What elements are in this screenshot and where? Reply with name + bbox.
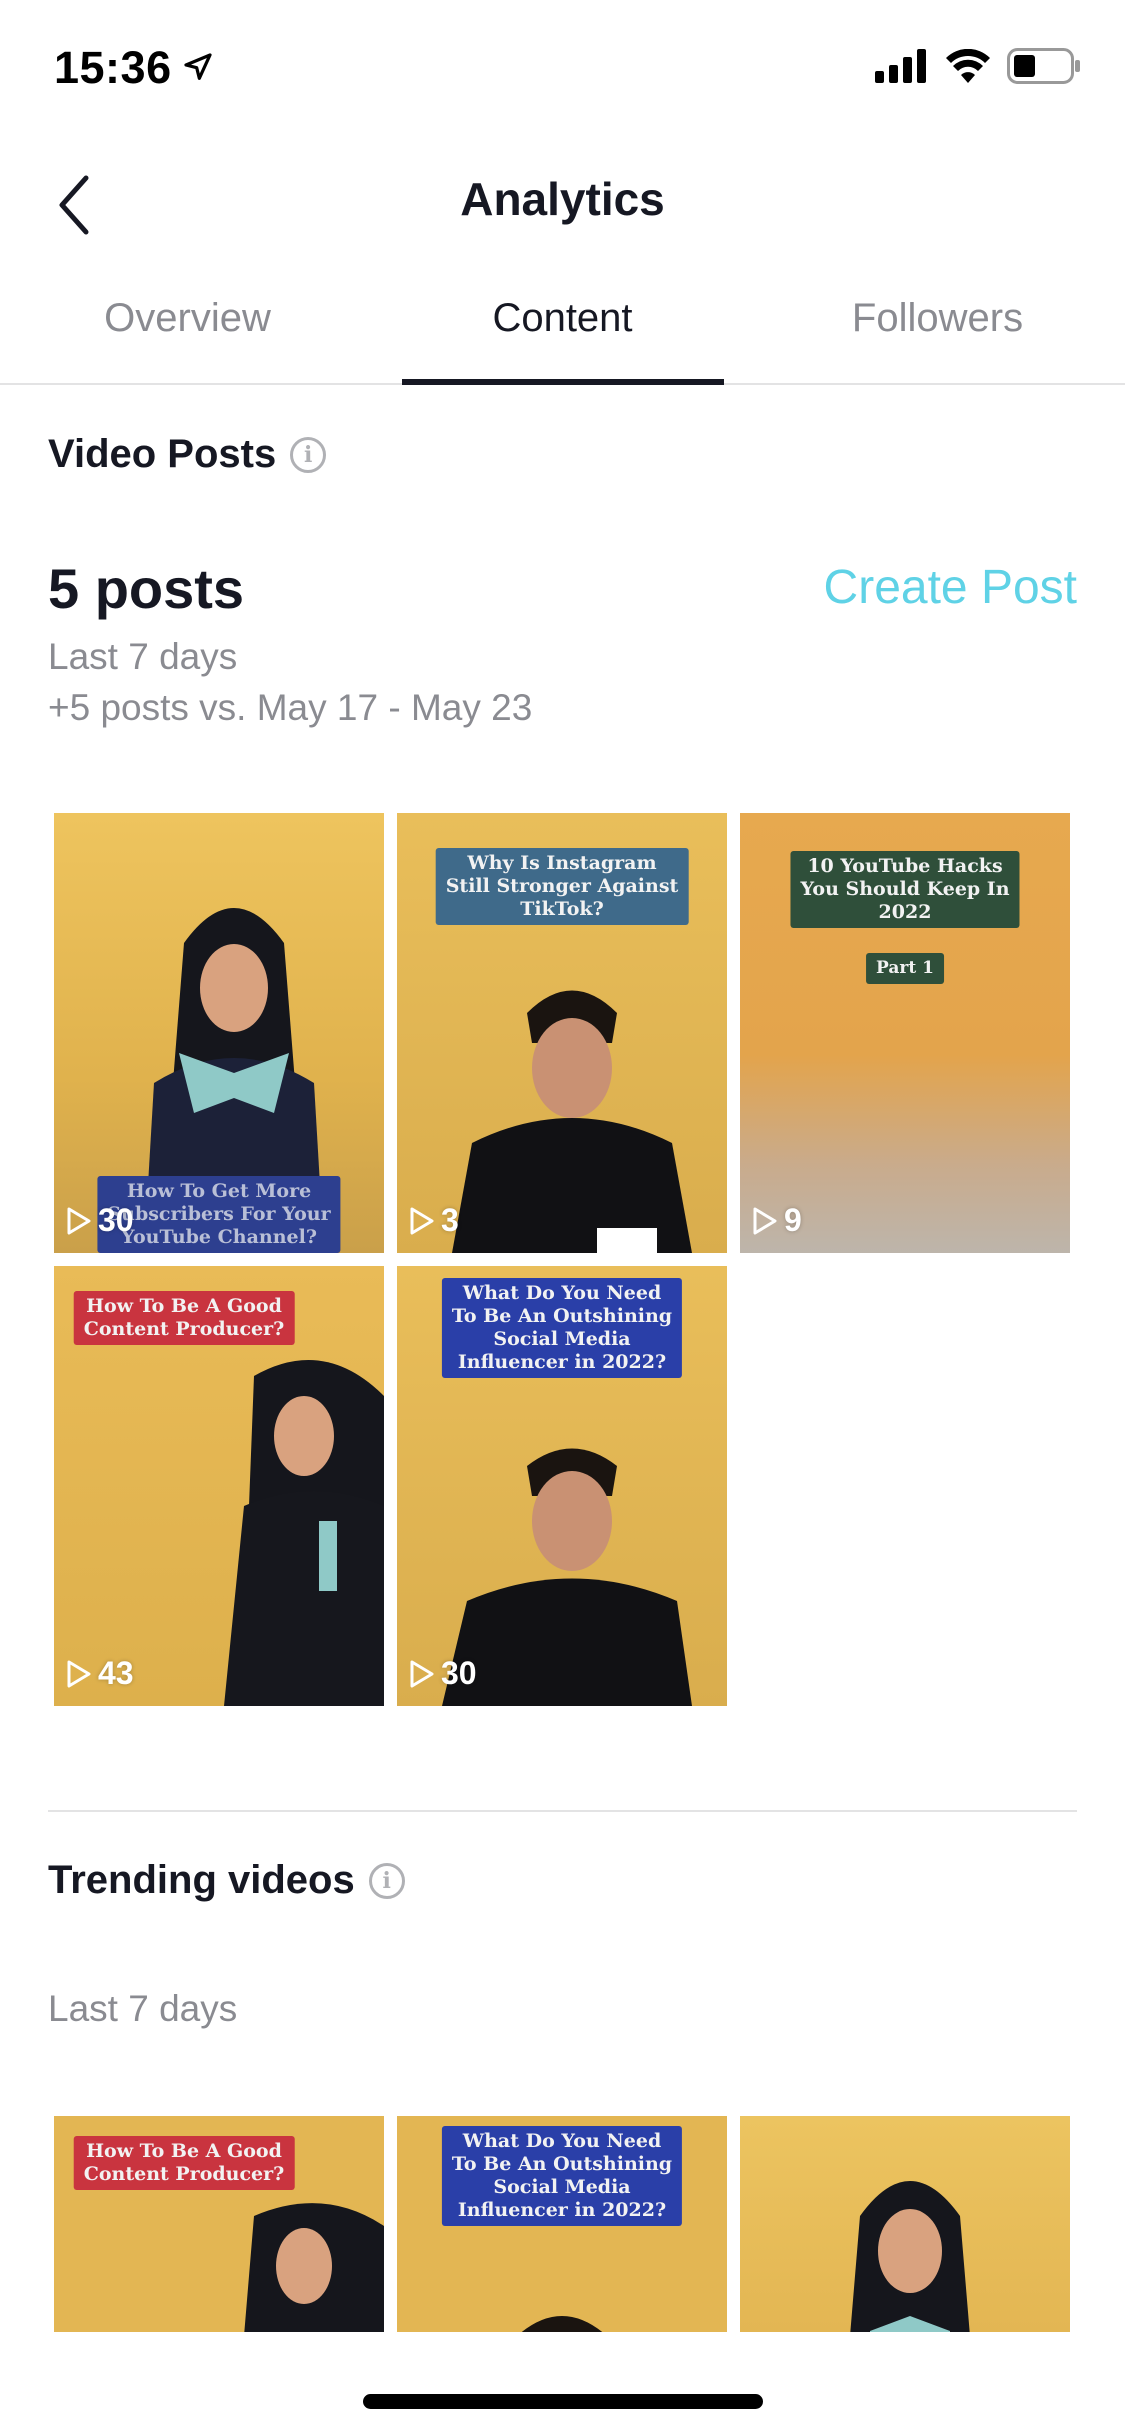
- video-thumbnail[interactable]: Why Is Instagram Still Stronger Against …: [397, 813, 727, 1253]
- tab-overview[interactable]: Overview: [0, 270, 375, 383]
- nav-bar: Analytics: [0, 150, 1125, 250]
- tab-content[interactable]: Content: [375, 270, 750, 383]
- video-caption: What Do You Need To Be An Outshining Soc…: [441, 1278, 683, 1378]
- info-icon[interactable]: i: [368, 1862, 405, 1899]
- trending-videos-title: Trending videos: [48, 1858, 355, 1902]
- person-image: [452, 990, 692, 1253]
- video-caption: What Do You Need To Be An Outshining Soc…: [441, 2126, 683, 2226]
- view-count: 43: [66, 1655, 134, 1692]
- create-post-button[interactable]: Create Post: [824, 560, 1077, 615]
- video-posts-title: Video Posts: [48, 432, 277, 476]
- status-bar: 15:36: [0, 0, 1125, 130]
- person-image: [442, 1448, 692, 1706]
- play-icon: [410, 1207, 434, 1234]
- view-count: 9: [752, 1202, 802, 1239]
- cellular-signal-icon: [875, 49, 929, 88]
- trending-video-thumbnail[interactable]: What Do You Need To Be An Outshining Soc…: [397, 2116, 727, 2332]
- person-image: [244, 2203, 384, 2332]
- video-thumbnail[interactable]: 10 YouTube Hacks You Should Keep In 2022…: [740, 813, 1070, 1253]
- person-image: [521, 2316, 603, 2332]
- info-icon[interactable]: i: [290, 436, 327, 473]
- video-caption: How To Be A Good Content Producer?: [73, 1291, 295, 1345]
- trending-video-thumbnail[interactable]: [740, 2116, 1070, 2332]
- battery-icon: [1007, 48, 1081, 89]
- view-count: 30: [66, 1202, 134, 1239]
- posts-comparison: +5 posts vs. May 17 - May 23: [48, 687, 533, 728]
- video-subcaption: Part 1: [866, 953, 944, 984]
- wifi-icon: [945, 48, 991, 88]
- play-icon: [410, 1660, 434, 1687]
- view-count: 30: [409, 1655, 477, 1692]
- trending-period: Last 7 days: [48, 1988, 238, 2029]
- status-icons: [875, 48, 1081, 89]
- home-indicator[interactable]: [363, 2394, 763, 2409]
- video-thumbnail[interactable]: What Do You Need To Be An Outshining Soc…: [397, 1266, 727, 1706]
- trending-video-thumbnail[interactable]: How To Be A Good Content Producer?: [54, 2116, 384, 2332]
- tab-bar: Overview Content Followers: [0, 270, 1125, 385]
- video-posts-header: Video Posts i: [48, 432, 327, 477]
- play-icon: [67, 1660, 91, 1687]
- video-caption: How To Be A Good Content Producer?: [73, 2136, 295, 2190]
- play-icon: [67, 1207, 91, 1234]
- video-caption: 10 YouTube Hacks You Should Keep In 2022: [790, 851, 1020, 928]
- posts-period: Last 7 days: [48, 636, 238, 677]
- person-image: [224, 1360, 384, 1706]
- status-time: 15:36: [54, 42, 172, 93]
- play-icon: [753, 1207, 777, 1234]
- section-divider: [48, 1810, 1077, 1812]
- tab-followers[interactable]: Followers: [750, 270, 1125, 383]
- video-thumbnail[interactable]: How To Get More Subscribers For Your You…: [54, 813, 384, 1253]
- view-count: 3: [409, 1202, 459, 1239]
- trending-videos-grid: How To Be A Good Content Producer? What …: [54, 2116, 1070, 2332]
- location-arrow-icon: [182, 42, 214, 94]
- video-caption: Why Is Instagram Still Stronger Against …: [435, 848, 689, 925]
- page-title: Analytics: [460, 173, 665, 225]
- video-posts-grid: How To Get More Subscribers For Your You…: [54, 813, 1070, 1706]
- posts-count: 5 posts: [48, 557, 245, 620]
- video-thumbnail[interactable]: How To Be A Good Content Producer? 43: [54, 1266, 384, 1706]
- person-image: [850, 2181, 970, 2332]
- status-time-group: 15:36: [54, 42, 214, 94]
- trending-videos-header: Trending videos i: [48, 1858, 405, 1903]
